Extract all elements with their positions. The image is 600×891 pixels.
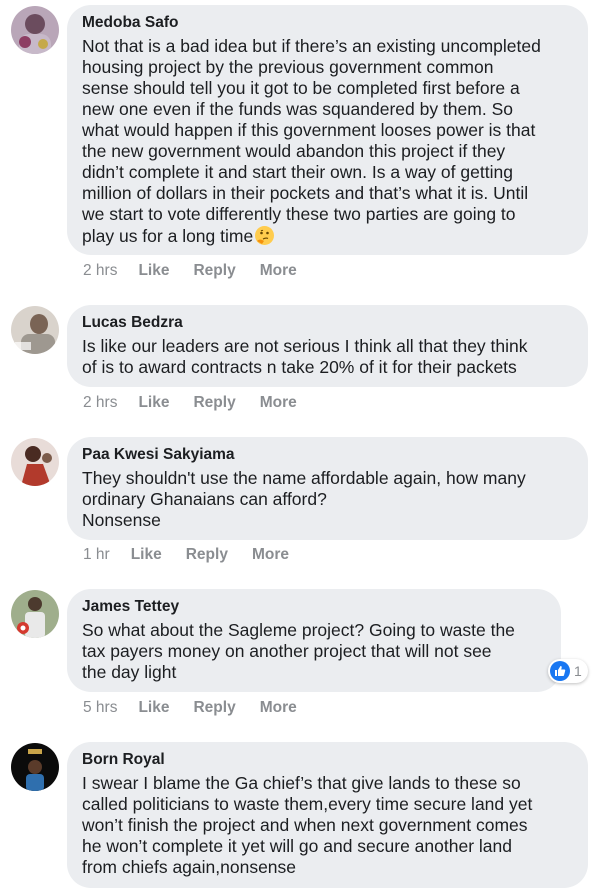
reaction-badge[interactable]: 1	[548, 659, 588, 683]
comment-author[interactable]: James Tettey	[82, 597, 546, 616]
comment-text: So what about the Sagleme project? Going…	[82, 620, 515, 682]
like-button[interactable]: Like	[138, 699, 169, 717]
avatar[interactable]	[11, 306, 59, 354]
thinking-face-icon	[254, 225, 275, 246]
reply-button[interactable]: Reply	[193, 262, 235, 280]
like-button[interactable]: Like	[131, 546, 162, 564]
reply-button[interactable]: Reply	[186, 546, 228, 564]
comment-author[interactable]: Born Royal	[82, 750, 573, 769]
comment-text: Is like our leaders are not serious I th…	[82, 336, 528, 377]
thumbs-up-icon	[550, 661, 570, 681]
comment-actions: 1 hr Like Reply More	[83, 546, 313, 564]
comment-text: Not that is a bad idea but if there’s an…	[82, 36, 573, 247]
avatar[interactable]	[11, 743, 59, 791]
comment-bubble: Medoba Safo Not that is a bad idea but i…	[67, 5, 588, 255]
avatar[interactable]	[11, 590, 59, 638]
comment-actions: 5 hrs Like Reply More	[83, 699, 321, 717]
comment-bubble: Paa Kwesi Sakyiama They shouldn't use th…	[67, 437, 588, 540]
more-button[interactable]: More	[260, 262, 297, 280]
more-button[interactable]: More	[260, 699, 297, 717]
comment-time[interactable]: 5 hrs	[83, 699, 117, 717]
avatar[interactable]	[11, 6, 59, 54]
comment-author[interactable]: Paa Kwesi Sakyiama	[82, 445, 573, 464]
like-button[interactable]: Like	[138, 394, 169, 412]
comment-actions: 2 hrs Like Reply More	[83, 394, 321, 412]
avatar[interactable]	[11, 438, 59, 486]
comment-time[interactable]: 1 hr	[83, 546, 110, 564]
comment-bubble: Lucas Bedzra Is like our leaders are not…	[67, 305, 588, 387]
reply-button[interactable]: Reply	[193, 699, 235, 717]
like-button[interactable]: Like	[138, 262, 169, 280]
comment-text: I swear I blame the Ga chief’s that give…	[82, 773, 533, 877]
reaction-count: 1	[574, 663, 582, 679]
reply-button[interactable]: Reply	[193, 394, 235, 412]
comment-actions: 2 hrs Like Reply More	[83, 262, 321, 280]
more-button[interactable]: More	[252, 546, 289, 564]
comment-time[interactable]: 2 hrs	[83, 262, 117, 280]
more-button[interactable]: More	[260, 394, 297, 412]
comment-body: Not that is a bad idea but if there’s an…	[82, 36, 541, 246]
comment-author[interactable]: Lucas Bedzra	[82, 313, 573, 332]
comment-author[interactable]: Medoba Safo	[82, 13, 573, 32]
comment-bubble: Born Royal I swear I blame the Ga chief’…	[67, 742, 588, 888]
comment-time[interactable]: 2 hrs	[83, 394, 117, 412]
comment-text: They shouldn't use the name affordable a…	[82, 468, 526, 530]
comment-bubble: James Tettey So what about the Sagleme p…	[67, 589, 561, 692]
